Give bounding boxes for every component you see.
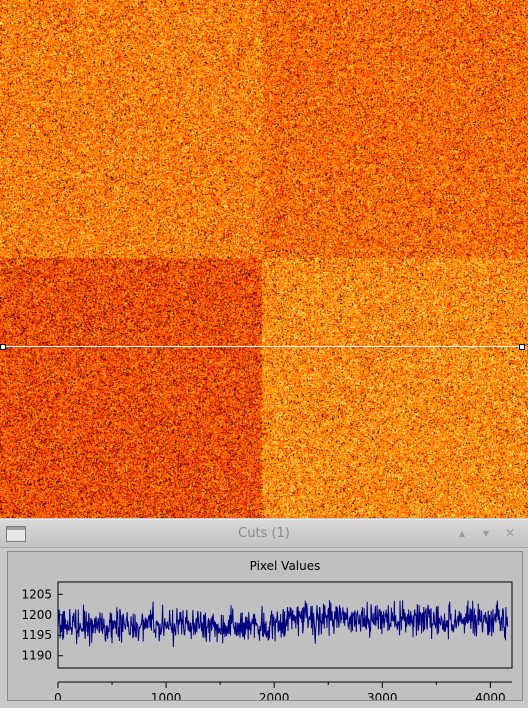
plot-title: Pixel Values — [250, 559, 321, 573]
cut-line-start-handle[interactable] — [0, 344, 6, 350]
x-tick-label: 2000 — [259, 691, 290, 700]
noise-image[interactable] — [0, 0, 528, 518]
window-titlebar[interactable]: Cuts (1) ▴ ▾ ✕ — [0, 520, 528, 548]
x-tick-label: 1000 — [151, 691, 182, 700]
cuts-plot: Pixel Values 1190 1195 1200 1205 0 1000 2000 300… — [21, 559, 513, 700]
x-tick-label: 3000 — [367, 691, 398, 700]
triangle-down-icon[interactable]: ▾ — [476, 524, 496, 542]
triangle-up-icon[interactable]: ▴ — [452, 524, 472, 542]
cut-line-end-handle[interactable] — [519, 344, 525, 350]
cuts-plot-panel: Pixel Values 1190 1195 1200 1205 0 1000 2000 300… — [7, 551, 523, 701]
y-tick-label: 1195 — [21, 628, 52, 642]
y-tick-label: 1200 — [21, 608, 52, 622]
cuts-window: Cuts (1) ▴ ▾ ✕ Pixel Values 1190 1195 1200 1… — [0, 519, 528, 708]
close-icon[interactable]: ✕ — [500, 524, 520, 542]
y-tick-label: 1190 — [21, 649, 52, 663]
y-tick-label: 1205 — [21, 587, 52, 601]
cut-line[interactable] — [0, 346, 521, 347]
window-title: Cuts (1) — [238, 526, 290, 541]
x-tick-label: 0 — [54, 691, 62, 700]
image-display[interactable] — [0, 0, 528, 518]
x-tick-label: 4000 — [475, 691, 506, 700]
